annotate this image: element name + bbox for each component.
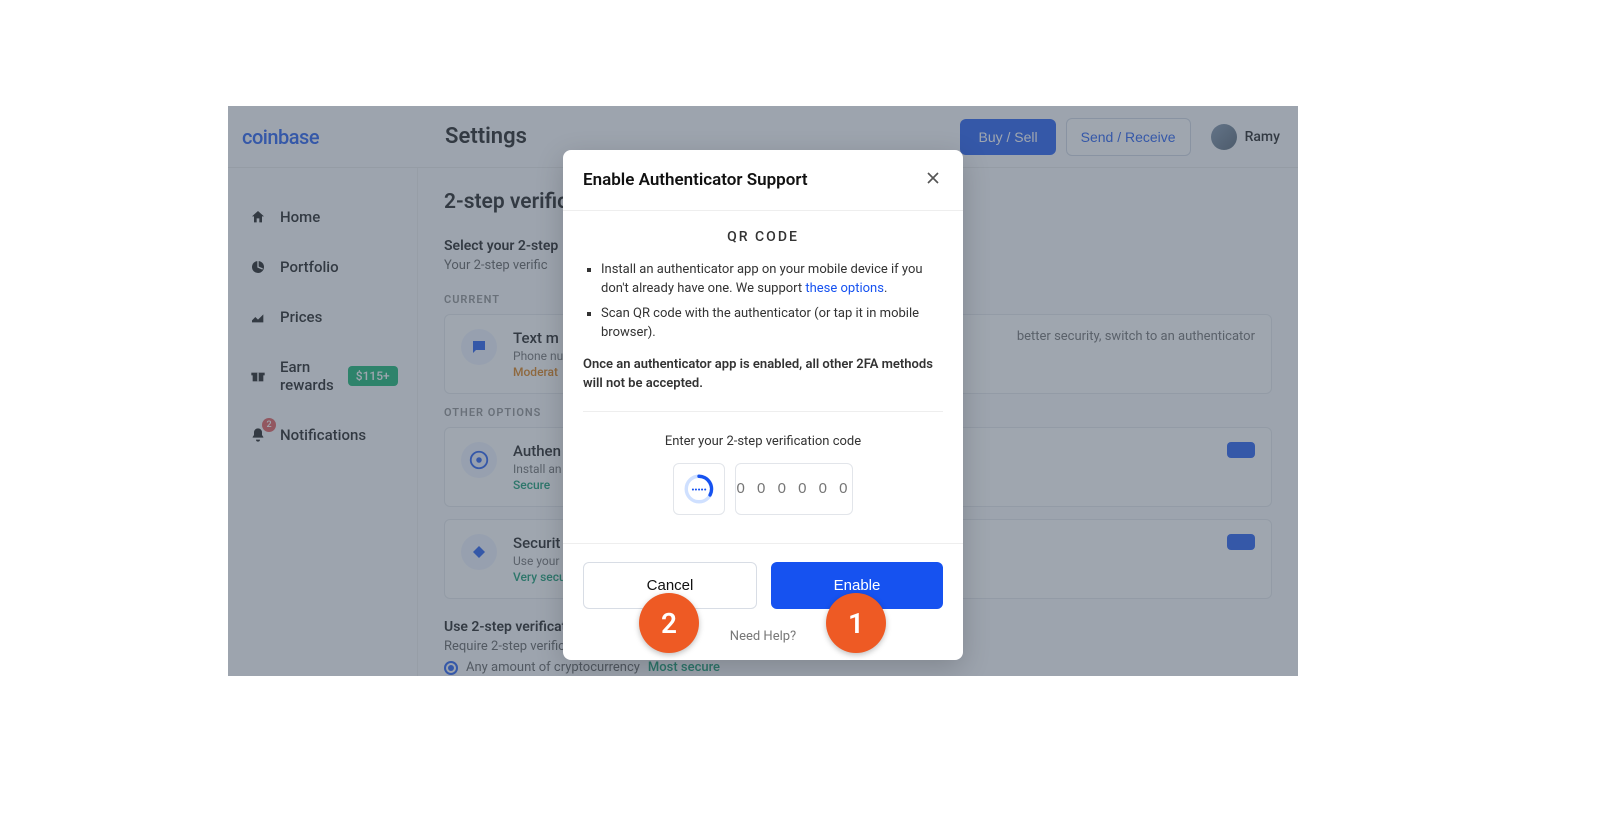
verification-code-input[interactable]: [735, 463, 853, 515]
modal-title: Enable Authenticator Support: [583, 170, 808, 190]
svg-text:•••••: •••••: [691, 485, 706, 495]
instruction-item: Install an authenticator app on your mob…: [601, 261, 943, 299]
code-label: Enter your 2-step verification code: [583, 434, 943, 449]
instructions-list: Install an authenticator app on your mob…: [583, 261, 943, 342]
need-help-link[interactable]: Need Help?: [563, 621, 963, 660]
close-icon[interactable]: [923, 168, 943, 192]
annotation-marker-1: 1: [826, 593, 886, 653]
instruction-item: Scan QR code with the authenticator (or …: [601, 305, 943, 343]
warning-note: Once an authenticator app is enabled, al…: [583, 356, 943, 392]
app-frame: coinbase Settings Buy / Sell Send / Rece…: [228, 106, 1298, 676]
options-link[interactable]: these options: [805, 281, 884, 296]
enable-authenticator-modal: Enable Authenticator Support QR CODE Ins…: [563, 150, 963, 660]
annotation-marker-2: 2: [639, 593, 699, 653]
authenticator-badge-icon: •••••: [673, 463, 725, 515]
qr-heading: QR CODE: [583, 229, 943, 245]
